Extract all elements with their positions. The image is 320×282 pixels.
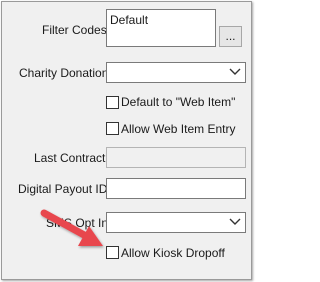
default-web-item-label: Default to "Web Item" — [121, 95, 236, 109]
chevron-down-icon — [229, 218, 241, 225]
filter-codes-label: Filter Codes — [42, 23, 107, 37]
default-web-item-checkbox[interactable] — [106, 96, 119, 109]
digital-payout-id-label: Digital Payout ID — [18, 182, 108, 196]
sms-opt-in-dropdown[interactable] — [106, 212, 246, 233]
sms-opt-in-label: SMS Opt In — [46, 216, 109, 230]
last-contract-label: Last Contract — [34, 151, 106, 165]
allow-web-item-entry-label: Allow Web Item Entry — [121, 122, 236, 136]
chevron-down-icon — [229, 68, 241, 75]
allow-web-item-entry-checkbox[interactable] — [106, 122, 119, 135]
allow-kiosk-dropoff-checkbox[interactable] — [106, 246, 119, 259]
last-contract-field — [106, 147, 246, 168]
allow-kiosk-dropoff-label: Allow Kiosk Dropoff — [121, 246, 225, 260]
filter-codes-browse-button[interactable]: ... — [219, 26, 242, 47]
filter-codes-field[interactable]: Default — [106, 9, 216, 47]
charity-donation-label: Charity Donation — [19, 66, 109, 80]
charity-donation-dropdown[interactable] — [106, 62, 246, 83]
filter-codes-value: Default — [110, 13, 149, 27]
digital-payout-id-field[interactable] — [106, 178, 246, 199]
